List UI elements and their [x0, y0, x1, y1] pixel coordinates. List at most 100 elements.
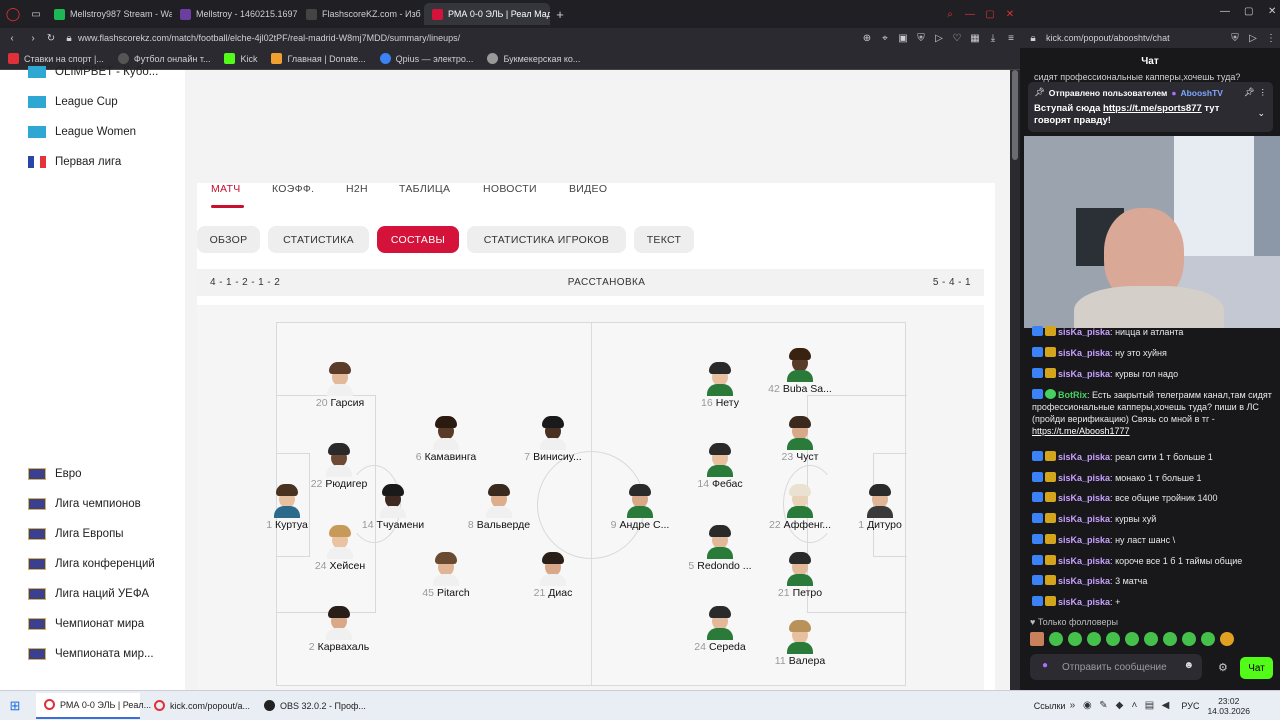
volume-icon[interactable]: ◀: [1157, 700, 1173, 711]
emote-icon[interactable]: [1144, 632, 1158, 646]
minimize-icon[interactable]: —: [960, 9, 980, 20]
menu-icon[interactable]: ≡: [1002, 33, 1020, 44]
pinned-link[interactable]: https://t.me/sports877: [1103, 103, 1202, 114]
browser-tab[interactable]: FlashscoreKZ.com - Изб: [298, 3, 424, 25]
windows-start-icon[interactable]: ⊞: [0, 698, 30, 714]
box-icon[interactable]: ▦: [966, 33, 984, 44]
bookmark-item[interactable]: Kick: [224, 53, 257, 64]
chevron-up-icon[interactable]: ˄: [1127, 700, 1141, 711]
close-icon[interactable]: ✕: [1268, 6, 1276, 17]
play-icon[interactable]: ▷: [930, 33, 948, 44]
taskbar-item[interactable]: OBS 32.0.2 - Проф...: [256, 693, 366, 719]
player-card[interactable]: 21 Диас: [498, 552, 608, 599]
bookmark-item[interactable]: Букмекерская ко...: [487, 53, 580, 64]
sidebar-world-item[interactable]: Чемпионата мир...: [28, 648, 154, 660]
tab-news[interactable]: НОВОСТИ: [483, 183, 537, 195]
sidebar-europe-item[interactable]: Лига Европы: [28, 528, 124, 540]
shield-icon[interactable]: ⛨: [1226, 33, 1244, 44]
emote-icon[interactable]: [1068, 632, 1082, 646]
browser-tab[interactable]: Mellstroy987 Stream - Wa: [46, 3, 172, 25]
emoji-icon[interactable]: ☻: [1183, 660, 1194, 671]
tab-table[interactable]: ТАБЛИЦА: [399, 183, 450, 195]
more-icon[interactable]: ⋮: [1259, 87, 1268, 98]
search-icon[interactable]: ⌕: [940, 9, 960, 20]
bookmark-item[interactable]: Ставки на спорт |...: [8, 53, 104, 64]
language-indicator[interactable]: РУС: [1181, 701, 1199, 711]
player-card[interactable]: 23 Чуст: [745, 416, 855, 463]
subtab-lineups[interactable]: СОСТАВЫ: [377, 226, 459, 253]
player-card[interactable]: 11 Валера: [745, 620, 855, 667]
heart-icon[interactable]: ♡: [948, 33, 966, 44]
chevron-icon[interactable]: »: [1065, 700, 1079, 711]
tab-match[interactable]: МАТЧ: [211, 183, 241, 195]
back-icon[interactable]: ‹: [0, 33, 24, 44]
maximize-icon[interactable]: ▢: [980, 9, 1000, 20]
bookmark-item[interactable]: Футбол онлайн т...: [117, 53, 210, 64]
download-icon[interactable]: ⤓: [984, 33, 1002, 44]
forward-icon[interactable]: ›: [24, 33, 42, 44]
shield-icon[interactable]: ⛨: [912, 33, 930, 44]
player-card[interactable]: 45 Pitarch: [391, 552, 501, 599]
clock[interactable]: 23:02 14.03.2026: [1207, 696, 1250, 716]
subtab-overview[interactable]: ОБЗОР: [197, 226, 260, 253]
settings-icon[interactable]: ⚙: [1218, 661, 1228, 674]
popout-url[interactable]: kick.com/popout/abooshtv/chat: [1046, 33, 1226, 43]
maximize-icon[interactable]: ▢: [1244, 6, 1253, 17]
player-card[interactable]: 21 Петро: [745, 552, 855, 599]
browser-tab[interactable]: Mellstroy - 1460215.1697: [172, 3, 298, 25]
browser-tab-active[interactable]: РМА 0-0 ЭЛЬ | Реал Мад: [424, 3, 550, 25]
player-card[interactable]: 20 Гарсия: [285, 362, 395, 409]
snapshot-icon[interactable]: ▣: [894, 33, 912, 44]
page-scrollbar[interactable]: [1010, 70, 1020, 690]
pin-icon[interactable]: ⌖: [876, 33, 894, 44]
emote-icon[interactable]: [1049, 632, 1063, 646]
mic-icon[interactable]: ●: [1042, 660, 1048, 671]
player-card[interactable]: 8 Вальверде: [444, 484, 554, 531]
zoom-icon[interactable]: ⊕: [858, 33, 876, 44]
links-toolbar[interactable]: Ссылки: [1034, 701, 1066, 711]
unpin-icon[interactable]: 📌︎: [1244, 87, 1255, 98]
sidebar-league-item[interactable]: League Cup: [28, 96, 118, 108]
sidebar-league-item[interactable]: OLIMPBET - Кубо...: [28, 66, 158, 78]
emote-icon[interactable]: [1087, 632, 1101, 646]
network-icon[interactable]: ▤: [1141, 700, 1157, 711]
taskbar-item[interactable]: РМА 0-0 ЭЛЬ | Реал...: [36, 692, 151, 719]
subtab-statistics[interactable]: СТАТИСТИКА: [268, 226, 369, 253]
player-card[interactable]: 24 Хейсен: [285, 525, 395, 572]
player-card[interactable]: 14 Тчуамени: [338, 484, 448, 531]
tab-video[interactable]: ВИДЕО: [569, 183, 607, 195]
player-card[interactable]: 22 Рюдигер: [284, 443, 394, 490]
sidebar-europe-item[interactable]: Лига наций УЕФА: [28, 588, 149, 600]
player-card[interactable]: 1 Куртуа: [232, 484, 342, 531]
tab-h2h[interactable]: H2H: [346, 183, 368, 195]
emote-icon[interactable]: [1163, 632, 1177, 646]
sidebar-europe-item[interactable]: Евро: [28, 468, 82, 480]
sidebar-world-item[interactable]: Чемпионат мира: [28, 618, 144, 630]
sidebar-europe-item[interactable]: Лига конференций: [28, 558, 155, 570]
emote-icon[interactable]: [1030, 632, 1044, 646]
chat-link[interactable]: https://t.me/Aboosh1777: [1032, 426, 1130, 436]
bookmark-item[interactable]: Главная | Donate...: [271, 53, 366, 64]
emote-icon[interactable]: [1201, 632, 1215, 646]
subtab-player-stats[interactable]: СТАТИСТИКА ИГРОКОВ: [467, 226, 626, 253]
player-card[interactable]: 9 Андре С...: [585, 484, 695, 531]
send-chat-button[interactable]: Чат: [1240, 657, 1273, 679]
emote-icon[interactable]: [1182, 632, 1196, 646]
subtab-text[interactable]: ТЕКСТ: [634, 226, 694, 253]
tray-icon[interactable]: ✎: [1095, 700, 1111, 711]
tray-icon[interactable]: ◉: [1079, 700, 1095, 711]
sidebar-europe-item[interactable]: Лига чемпионов: [28, 498, 141, 510]
player-card[interactable]: 6 Камавинга: [391, 416, 501, 463]
player-card[interactable]: 42 Buba Sa...: [745, 348, 855, 395]
sidebar-league-item[interactable]: Первая лига: [28, 156, 121, 168]
chevron-down-icon[interactable]: ⌄: [1257, 108, 1265, 119]
new-tab-icon[interactable]: +: [550, 7, 570, 22]
workspace-icon[interactable]: ▭: [26, 9, 46, 20]
opera-logo-icon[interactable]: ◯: [0, 6, 26, 22]
player-card[interactable]: 1 Дитуро: [825, 484, 935, 531]
player-card[interactable]: 2 Карвахаль: [284, 606, 394, 653]
minimize-icon[interactable]: —: [1220, 6, 1230, 17]
emote-icon[interactable]: [1125, 632, 1139, 646]
emote-icon[interactable]: [1220, 632, 1234, 646]
reload-icon[interactable]: ↻: [42, 33, 60, 44]
